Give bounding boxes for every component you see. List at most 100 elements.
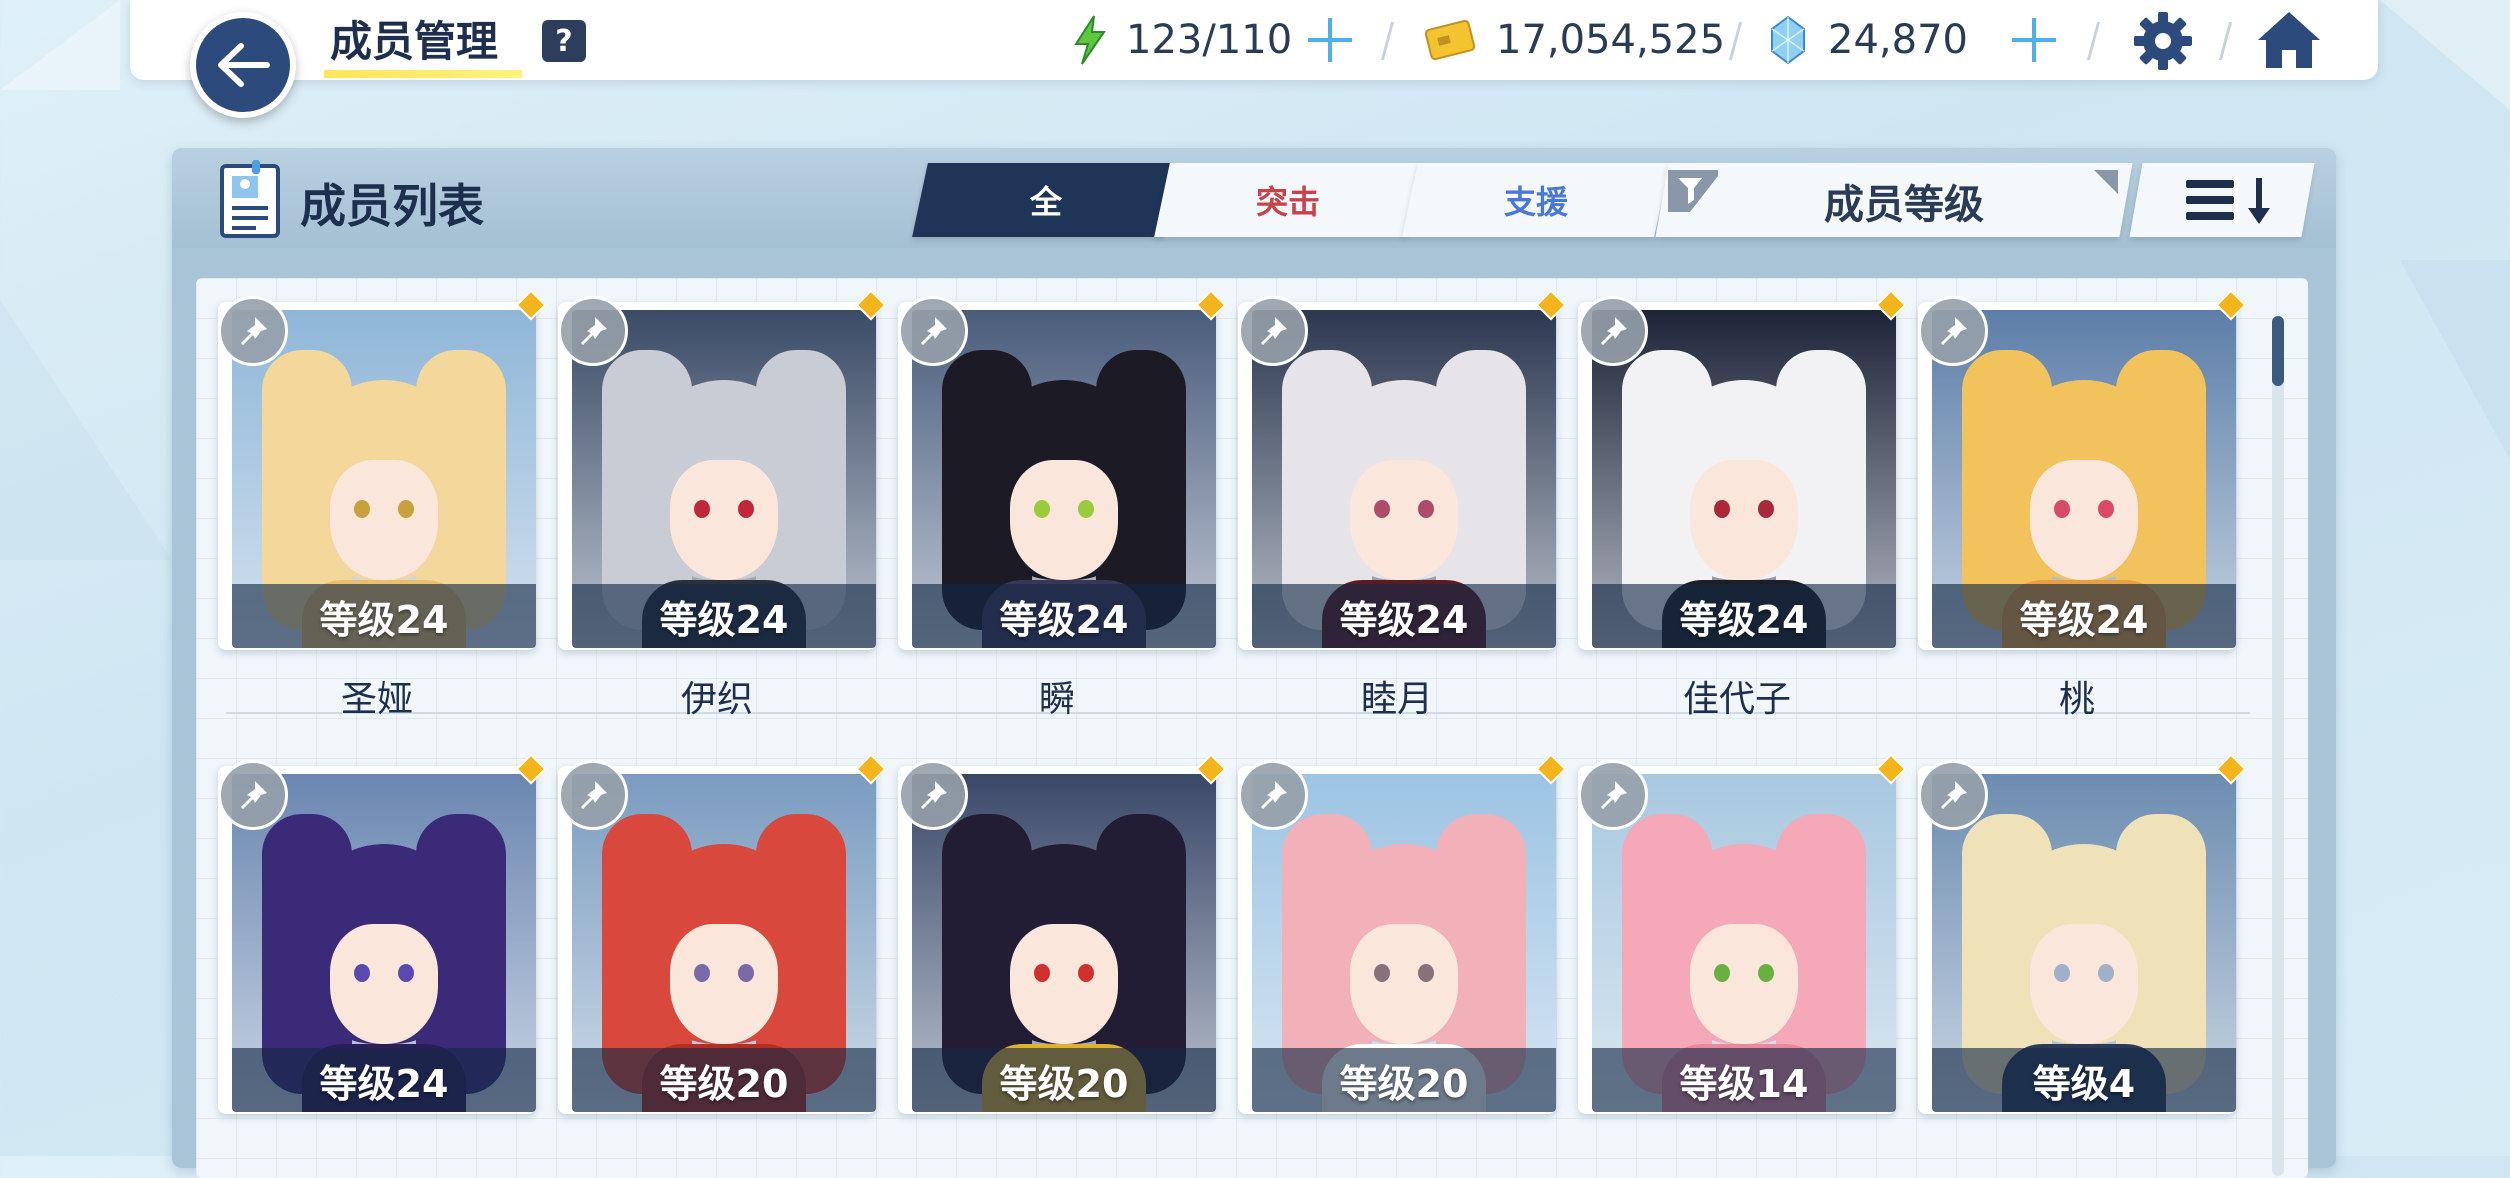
member-list-icon [218,160,284,240]
member-card[interactable]: 等级20 [558,753,887,1114]
pin-icon [581,317,607,345]
tab-striker[interactable]: 突击 [1154,163,1422,237]
level-bar: 等级20 [572,1048,876,1112]
member-card[interactable]: 等级24 [218,289,547,650]
add-pyroxene-button[interactable] [2006,12,2062,68]
pin-button[interactable] [1238,760,1308,830]
pin-button[interactable] [218,760,288,830]
member-name: 睦月 [1360,679,1433,720]
back-arrow-icon [218,43,270,87]
sort-descending-icon [2186,178,2270,224]
crystal-icon [1771,15,1805,65]
member-card[interactable]: 等级20 [1238,753,1567,1114]
tab-striker-label: 突击 [1255,183,1320,221]
level-bar: 等级4 [1932,1048,2236,1112]
member-portrait: 等级24 [572,310,876,648]
level-label: 等级24 [659,597,789,642]
add-ap-button[interactable] [1302,12,1358,68]
lightning-icon [1074,15,1106,65]
member-name: 瞬 [1038,679,1075,720]
pin-icon [1941,781,1967,809]
filter-icon [1668,170,1718,212]
member-card[interactable]: 等级20 [898,753,1227,1114]
level-bar: 等级24 [912,584,1216,648]
settings-button[interactable] [2132,10,2194,76]
pin-icon [1601,781,1627,809]
level-label: 等级20 [1339,1061,1469,1106]
member-portrait: 等级24 [912,310,1216,648]
ap-counter: 123/110 [1070,14,1292,66]
member-card[interactable]: 等级4 [1918,753,2247,1114]
pin-icon [1601,317,1627,345]
pin-button[interactable] [1578,760,1648,830]
tab-all[interactable]: 全 [912,163,1180,237]
tab-all-label: 全 [1029,183,1062,221]
page-title: 成员管理 [330,17,499,66]
member-card[interactable]: 等级24 [218,753,547,1114]
pin-button[interactable] [1238,296,1308,366]
member-portrait: 等级24 [232,774,536,1112]
ap-value: 123/110 [1126,17,1293,63]
pin-button[interactable] [1918,760,1988,830]
scrollbar-thumb[interactable] [2272,316,2284,386]
sort-label: 成员等级 [1824,182,1984,228]
pin-icon [241,317,267,345]
level-label: 等级20 [999,1061,1129,1106]
member-card[interactable]: 等级24 [558,289,887,650]
pin-icon [921,781,947,809]
member-portrait: 等级20 [912,774,1216,1112]
home-button[interactable] [2256,8,2322,76]
credits-counter: 17,054,525 [1424,14,1725,66]
pin-button[interactable] [898,296,968,366]
scrollbar[interactable] [2272,316,2284,1176]
level-bar: 等级24 [232,584,536,648]
level-label: 等级24 [1339,597,1469,642]
level-bar: 等级24 [1252,584,1556,648]
pin-button[interactable] [558,760,628,830]
pyroxene-value: 24,870 [1828,17,1968,63]
level-label: 等级24 [2019,597,2149,642]
member-card[interactable]: 等级14 [1578,753,1907,1114]
pin-icon [921,317,947,345]
level-bar: 等级20 [912,1048,1216,1112]
gear-icon [2134,12,2192,70]
pin-button[interactable] [558,296,628,366]
pin-button[interactable] [218,296,288,366]
level-bar: 等级20 [1252,1048,1556,1112]
member-portrait: 等级20 [572,774,876,1112]
member-portrait: 等级4 [1932,774,2236,1112]
level-label: 等级24 [999,597,1129,642]
tab-special[interactable]: 支援 [1402,163,1670,237]
pin-button[interactable] [1578,296,1648,366]
member-name: 伊织 [680,679,753,720]
member-card[interactable]: 等级24 [1238,289,1567,650]
pin-icon [581,781,607,809]
member-name: 圣娅 [340,679,413,720]
level-label: 等级4 [2032,1061,2136,1106]
help-button[interactable]: ? [542,20,586,62]
level-bar: 等级24 [232,1048,536,1112]
member-name: 桃 [2058,679,2095,720]
level-label: 等级24 [319,597,449,642]
level-label: 等级14 [1679,1061,1809,1106]
member-name: 佳代子 [1682,679,1791,720]
member-card[interactable]: 等级24 [898,289,1227,650]
back-button[interactable] [190,12,296,118]
title-underline [324,70,522,78]
pin-button[interactable] [898,760,968,830]
member-portrait: 等级24 [1592,310,1896,648]
tab-special-label: 支援 [1503,183,1568,221]
level-bar: 等级24 [572,584,876,648]
level-bar: 等级24 [1932,584,2236,648]
member-card[interactable]: 等级24 [1918,289,2247,650]
level-label: 等级24 [319,1061,449,1106]
member-portrait: 等级14 [1592,774,1896,1112]
pin-icon [1941,317,1967,345]
level-bar: 等级24 [1592,584,1896,648]
member-card[interactable]: 等级24 [1578,289,1907,650]
panel-title: 成员列表 [300,179,484,233]
pin-icon [1261,781,1287,809]
level-bar: 等级14 [1592,1048,1896,1112]
level-label: 等级24 [1679,597,1809,642]
pin-button[interactable] [1918,296,1988,366]
